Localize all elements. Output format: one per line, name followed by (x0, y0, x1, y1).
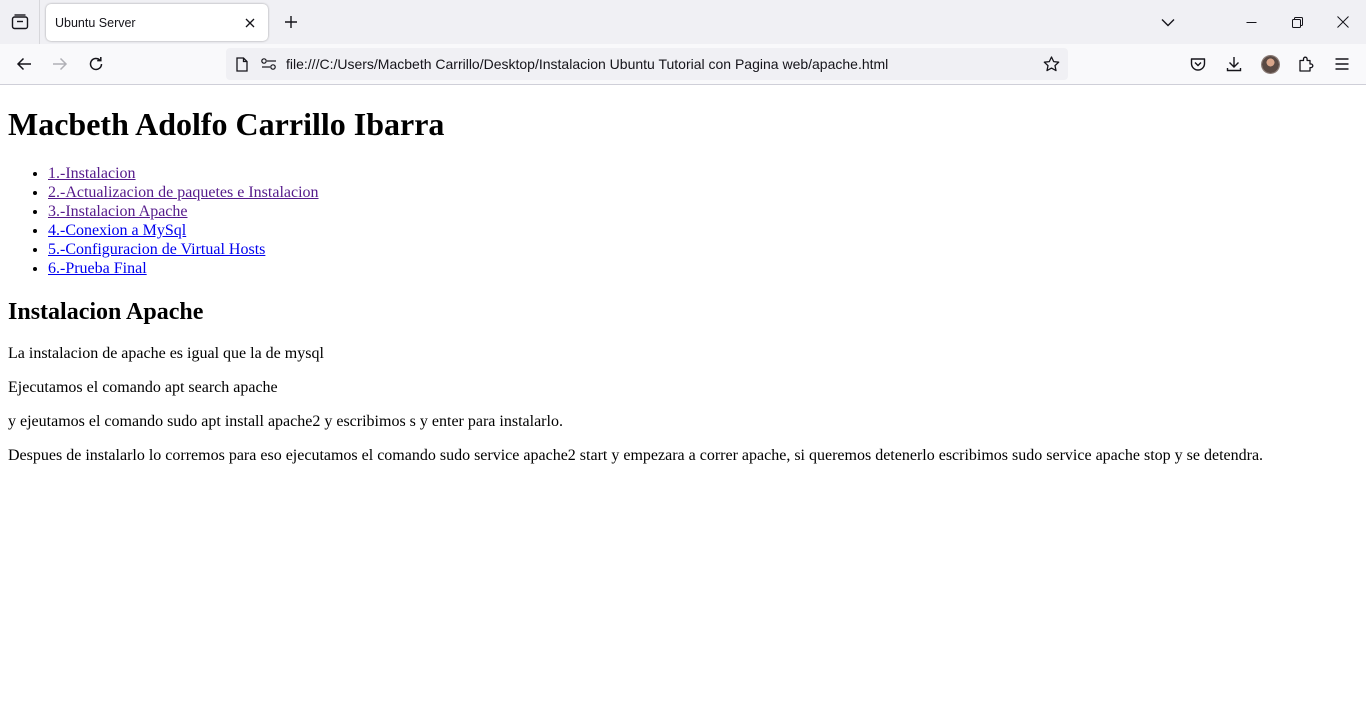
section-title: Instalacion Apache (8, 299, 204, 325)
extensions-button[interactable] (1290, 48, 1322, 80)
list-item: 5.-Configuracion de Virtual Hosts (48, 240, 1358, 259)
address-bar[interactable]: file:///C:/Users/Macbeth Carrillo/Deskto… (226, 48, 1068, 80)
tab-list-icon (11, 14, 28, 30)
reload-button[interactable] (80, 48, 112, 80)
list-item: 4.-Conexion a MySql (48, 221, 1358, 240)
restore-button[interactable] (1274, 0, 1320, 44)
new-tab-button[interactable] (276, 7, 306, 37)
close-icon (1337, 16, 1349, 28)
downloads-button[interactable] (1218, 48, 1250, 80)
minimize-icon (1246, 21, 1256, 23)
paragraph: Ejecutamos el comando apt search apache (8, 379, 278, 396)
link-prueba-final[interactable]: 6.-Prueba Final (48, 260, 147, 277)
page-content: Macbeth Adolfo Carrillo Ibarra 1.-Instal… (0, 106, 1366, 465)
plus-icon (285, 16, 297, 28)
document-icon (236, 56, 248, 72)
back-button[interactable] (8, 48, 40, 80)
url-text[interactable]: file:///C:/Users/Macbeth Carrillo/Deskto… (286, 56, 1041, 72)
permissions-icon (261, 58, 276, 70)
star-icon (1043, 56, 1059, 72)
link-instalacion[interactable]: 1.-Instalacion (48, 165, 136, 182)
paragraph: Despues de instalarlo lo corremos para e… (8, 447, 1264, 464)
hamburger-icon (1335, 58, 1349, 70)
app-menu-button[interactable] (1326, 48, 1358, 80)
forward-button[interactable] (44, 48, 76, 80)
download-icon (1226, 57, 1242, 72)
arrow-left-icon (16, 57, 31, 71)
tab-list-button[interactable] (0, 0, 40, 44)
minimize-button[interactable] (1228, 0, 1274, 44)
navigation-toolbar: file:///C:/Users/Macbeth Carrillo/Deskto… (0, 44, 1366, 85)
close-icon (245, 18, 255, 27)
close-window-button[interactable] (1320, 0, 1366, 44)
link-actualizacion[interactable]: 2.-Actualizacion de paquetes e Instalaci… (48, 184, 319, 201)
nav-list: 1.-Instalacion 2.-Actualizacion de paque… (8, 164, 1358, 278)
account-button[interactable] (1254, 48, 1286, 80)
list-item: 2.-Actualizacion de paquetes e Instalaci… (48, 183, 1358, 202)
page-icon[interactable] (234, 56, 250, 72)
pocket-icon (1190, 57, 1206, 71)
puzzle-icon (1299, 56, 1314, 72)
page-title: Macbeth Adolfo Carrillo Ibarra (8, 106, 445, 142)
link-instalacion-apache[interactable]: 3.-Instalacion Apache (48, 203, 188, 220)
pocket-button[interactable] (1182, 48, 1214, 80)
paragraph: y ejeutamos el comando sudo apt install … (8, 413, 563, 430)
restore-icon (1291, 16, 1303, 28)
link-conexion-mysql[interactable]: 4.-Conexion a MySql (48, 222, 186, 239)
tab-active[interactable]: Ubuntu Server (46, 4, 268, 41)
reload-icon (89, 57, 103, 71)
list-all-tabs-button[interactable] (1153, 7, 1183, 37)
chevron-down-icon (1161, 18, 1175, 26)
list-item: 3.-Instalacion Apache (48, 202, 1358, 221)
tab-bar: Ubuntu Server (0, 0, 1366, 44)
permissions-button[interactable] (260, 56, 278, 72)
list-item: 6.-Prueba Final (48, 259, 1358, 278)
tab-close-button[interactable] (242, 15, 258, 31)
bookmark-button[interactable] (1041, 54, 1061, 74)
paragraph: La instalacion de apache es igual que la… (8, 345, 324, 362)
list-item: 1.-Instalacion (48, 164, 1358, 183)
arrow-right-icon (53, 57, 68, 71)
avatar (1261, 55, 1279, 73)
tab-title: Ubuntu Server (55, 15, 136, 30)
link-virtual-hosts[interactable]: 5.-Configuracion de Virtual Hosts (48, 241, 265, 258)
